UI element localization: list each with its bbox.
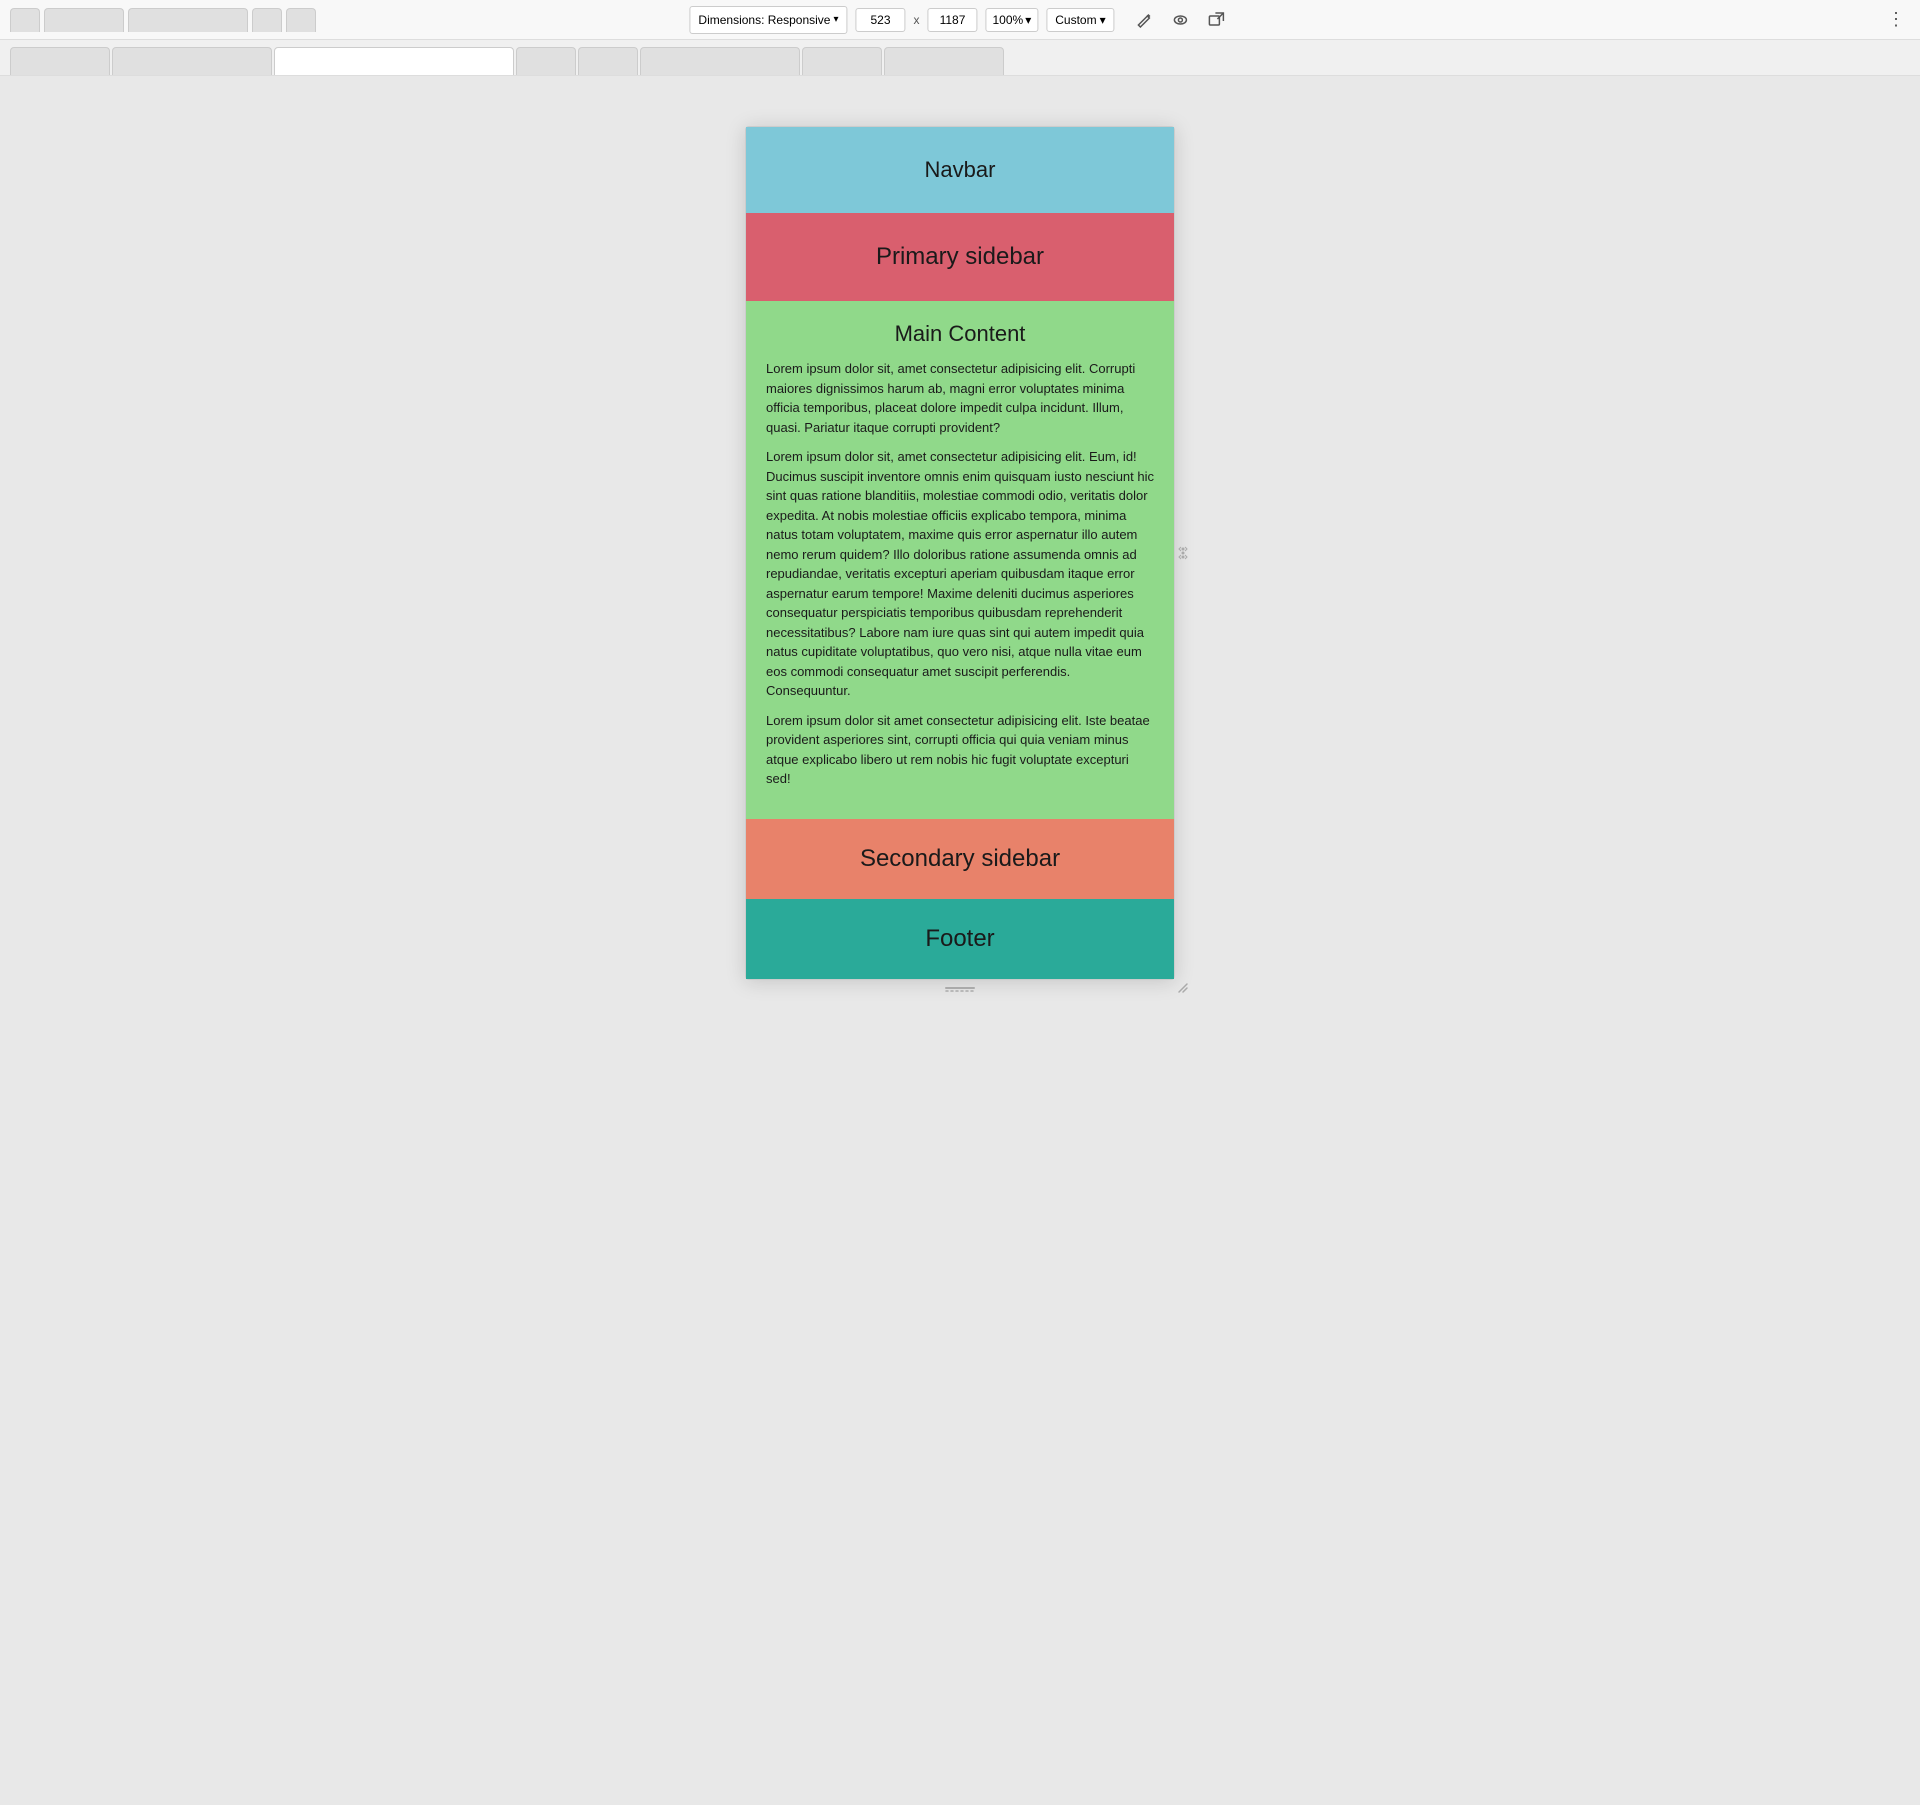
toolbar-tab-3[interactable] xyxy=(128,8,248,32)
section-footer: Footer xyxy=(746,899,1174,979)
toolbar-tab-2[interactable] xyxy=(44,8,124,32)
toolbar-icons xyxy=(1131,6,1231,34)
pen-icon-btn[interactable] xyxy=(1131,6,1159,34)
width-input[interactable] xyxy=(855,8,905,32)
tab-7[interactable] xyxy=(802,47,882,75)
main-content-para-3: Lorem ipsum dolor sit amet consectetur a… xyxy=(766,711,1154,789)
main-content-title: Main Content xyxy=(766,321,1154,347)
share-icon-btn[interactable] xyxy=(1203,6,1231,34)
main-content-para-2: Lorem ipsum dolor sit, amet consectetur … xyxy=(766,447,1154,701)
custom-label: Custom xyxy=(1055,13,1096,27)
eye-icon-btn[interactable] xyxy=(1167,6,1195,34)
toolbar-tab-4[interactable] xyxy=(252,8,282,32)
tab-2[interactable] xyxy=(112,47,272,75)
more-options-btn[interactable]: ⋮ xyxy=(1882,6,1910,34)
height-input[interactable] xyxy=(927,8,977,32)
zoom-label: 100% xyxy=(992,13,1023,27)
footer-title: Footer xyxy=(766,925,1154,953)
zoom-chevron: ▾ xyxy=(1025,13,1031,27)
toolbar: Dimensions: Responsive ▾ x 100% ▾ Custom… xyxy=(0,0,1920,40)
primary-sidebar-title: Primary sidebar xyxy=(766,243,1154,271)
dimensions-chevron: ▾ xyxy=(833,14,838,25)
tabbar xyxy=(0,40,1920,76)
tab-6[interactable] xyxy=(640,47,800,75)
section-navbar: Navbar xyxy=(746,127,1174,213)
resize-handle-corner[interactable] xyxy=(1176,981,1190,995)
custom-chevron: ▾ xyxy=(1100,13,1106,27)
section-primary-sidebar: Primary sidebar xyxy=(746,213,1174,301)
tab-1[interactable] xyxy=(10,47,110,75)
secondary-sidebar-title: Secondary sidebar xyxy=(766,845,1154,873)
resize-handle-right[interactable] xyxy=(1176,533,1190,573)
tab-5[interactable] xyxy=(578,47,638,75)
main-content-para-1: Lorem ipsum dolor sit, amet consectetur … xyxy=(766,359,1154,437)
device-frame: Navbar Primary sidebar Main Content Lore… xyxy=(745,126,1175,980)
tab-3-active[interactable] xyxy=(274,47,514,75)
zoom-dropdown[interactable]: 100% ▾ xyxy=(985,8,1038,32)
navbar-title: Navbar xyxy=(766,157,1154,183)
toolbar-tab-5[interactable] xyxy=(286,8,316,32)
preview-area: Navbar Primary sidebar Main Content Lore… xyxy=(0,76,1920,1805)
section-secondary-sidebar: Secondary sidebar xyxy=(746,819,1174,899)
toolbar-tab-1[interactable] xyxy=(10,8,40,32)
dimension-separator: x xyxy=(913,13,919,27)
custom-dropdown[interactable]: Custom ▾ xyxy=(1046,8,1114,32)
dimensions-label: Dimensions: Responsive xyxy=(698,13,830,27)
resize-handle-bottom[interactable] xyxy=(940,981,980,995)
device-content: Navbar Primary sidebar Main Content Lore… xyxy=(746,127,1174,979)
tab-8[interactable] xyxy=(884,47,1004,75)
toolbar-right: ⋮ xyxy=(1682,6,1910,34)
dimensions-dropdown[interactable]: Dimensions: Responsive ▾ xyxy=(689,6,847,34)
toolbar-center: Dimensions: Responsive ▾ x 100% ▾ Custom… xyxy=(689,6,1230,34)
tab-4[interactable] xyxy=(516,47,576,75)
section-main-content: Main Content Lorem ipsum dolor sit, amet… xyxy=(746,301,1174,819)
